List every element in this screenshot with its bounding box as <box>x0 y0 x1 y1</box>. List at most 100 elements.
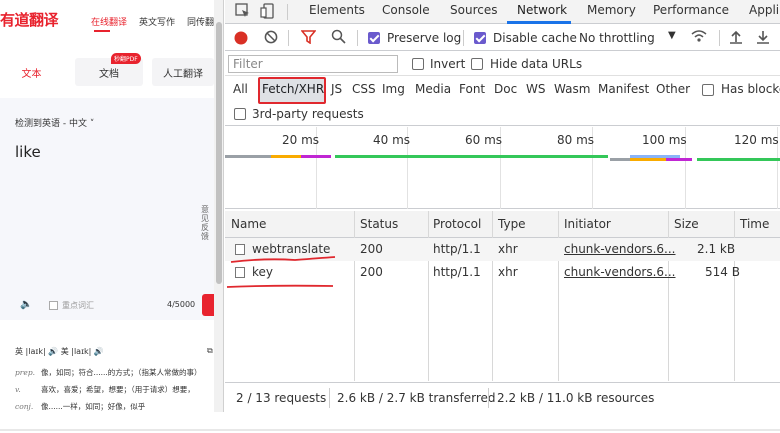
column-divider <box>354 211 355 381</box>
type-font[interactable]: Font <box>459 82 485 96</box>
focus-words-checkbox[interactable] <box>49 301 58 310</box>
column-header-size[interactable]: Size <box>674 217 699 231</box>
clear-icon[interactable] <box>264 30 278 47</box>
hide-data-urls-checkbox[interactable] <box>471 58 483 70</box>
invert-checkbox[interactable] <box>412 58 424 70</box>
disable-cache-checkbox[interactable] <box>474 32 486 44</box>
request-type: xhr <box>498 242 518 256</box>
tab-human-translate[interactable]: 人工翻译 <box>152 58 214 86</box>
nav-simultaneous[interactable]: 同传翻 <box>187 15 214 28</box>
network-conditions-icon[interactable] <box>691 29 707 46</box>
column-header-time[interactable]: Time <box>740 217 769 231</box>
disable-cache-label: Disable cache <box>493 31 577 45</box>
translate-page: 有道翻译 在线翻译 英文写作 同传翻 文本 文档 秒翻PDF 人工翻译 检测到英… <box>0 0 214 433</box>
feedback-link[interactable]: 意见反馈 <box>201 205 211 241</box>
filter-icon[interactable] <box>300 30 317 47</box>
type-img[interactable]: Img <box>382 82 405 96</box>
tab-application[interactable]: Appli <box>749 3 779 17</box>
tab-sources[interactable]: Sources <box>450 3 497 17</box>
export-har-icon[interactable] <box>756 29 770 47</box>
timeline-bar <box>610 158 630 161</box>
toolbar-divider <box>288 30 289 46</box>
record-icon[interactable] <box>234 31 248 48</box>
type-manifest[interactable]: Manifest <box>598 82 649 96</box>
type-fetch-xhr[interactable]: Fetch/XHR <box>262 82 324 96</box>
request-initiator[interactable]: chunk-vendors.6... <box>564 242 676 256</box>
devtools-panel: Elements Console Sources Network Memory … <box>225 0 780 412</box>
search-icon[interactable] <box>331 29 346 47</box>
definition-row: prep. 像，如同；符合......的方式；（指某人常做的事） <box>15 367 202 378</box>
filter-input[interactable]: Filter <box>228 55 398 73</box>
toolbar-divider <box>719 30 720 46</box>
source-text[interactable]: like <box>15 143 41 161</box>
column-header-name[interactable]: Name <box>231 217 266 231</box>
copy-icon[interactable]: ⧉ <box>207 346 213 356</box>
nav-online-translate[interactable]: 在线翻译 <box>91 15 127 28</box>
has-blocked-checkbox[interactable] <box>702 84 714 96</box>
device-toolbar-icon[interactable] <box>260 3 276 22</box>
type-doc[interactable]: Doc <box>494 82 517 96</box>
requests-table: Name Status Protocol Type Initiator Size… <box>225 211 780 381</box>
page-scrollbar-thumb[interactable] <box>216 22 222 284</box>
status-divider <box>329 388 330 408</box>
type-media[interactable]: Media <box>415 82 451 96</box>
type-other[interactable]: Other <box>656 82 690 96</box>
type-wasm[interactable]: Wasm <box>554 82 590 96</box>
char-count: 4/5000 <box>167 300 196 309</box>
preserve-log-checkbox[interactable] <box>368 32 380 44</box>
nav-english-writing[interactable]: 英文写作 <box>139 15 175 28</box>
youdao-logo[interactable]: 有道翻译 <box>0 9 59 30</box>
timeline-bar <box>697 158 780 161</box>
part-of-speech: prep. <box>15 368 36 377</box>
column-header-protocol[interactable]: Protocol <box>433 217 481 231</box>
part-of-speech: conj. <box>15 402 34 411</box>
tab-elements[interactable]: Elements <box>309 3 365 17</box>
timeline-tick: 40 ms <box>373 133 411 147</box>
type-css[interactable]: CSS <box>352 82 376 96</box>
type-all[interactable]: All <box>233 82 248 96</box>
third-party-label: 3rd-party requests <box>252 107 364 121</box>
timeline-tick: 80 ms <box>557 133 595 147</box>
request-size: 514 B <box>705 265 740 279</box>
tab-network[interactable]: Network <box>517 3 567 17</box>
third-party-checkbox[interactable] <box>234 108 246 120</box>
status-resources: 2.2 kB / 11.0 kB resources <box>497 391 655 405</box>
column-header-initiator[interactable]: Initiator <box>564 217 611 231</box>
status-requests: 2 / 13 requests <box>236 391 327 405</box>
column-header-status[interactable]: Status <box>360 217 398 231</box>
network-toolbar: Preserve log Disable cache No throttling… <box>225 25 780 51</box>
timeline-bar <box>335 155 608 158</box>
filter-bar: Filter Invert Hide data URLs <box>225 52 780 76</box>
tab-text[interactable]: 文本 <box>4 58 59 86</box>
speaker-icon[interactable]: 🔈 <box>20 299 32 310</box>
language-detect-dropdown[interactable]: 检测到英语 - 中文 ˅ <box>15 116 94 129</box>
source-text-area[interactable] <box>0 98 214 320</box>
definition-row: conj. 像......一样，如同；好像，似乎 <box>15 401 145 412</box>
request-type: xhr <box>498 265 518 279</box>
timeline-bar <box>630 158 666 161</box>
definition-row: v. 喜欢，喜爱；希望，想要；（用于请求）想要， <box>15 384 195 395</box>
toolbar-divider <box>357 30 358 46</box>
translate-button[interactable] <box>202 294 214 316</box>
tab-performance[interactable]: Performance <box>653 3 729 17</box>
request-size: 2.1 kB <box>697 242 736 256</box>
timeline-tick: 20 ms <box>282 133 320 147</box>
status-divider <box>488 388 489 408</box>
import-har-icon[interactable] <box>729 29 743 47</box>
chevron-down-icon[interactable]: ▼ <box>668 30 676 41</box>
definition-text: 喜欢，喜爱；希望，想要；（用于请求）想要， <box>41 385 195 394</box>
type-js[interactable]: JS <box>331 82 342 96</box>
active-tab-indicator <box>507 21 571 24</box>
tab-memory[interactable]: Memory <box>587 3 636 17</box>
timeline-bar <box>271 155 301 158</box>
throttling-select[interactable]: No throttling <box>579 31 655 45</box>
type-ws[interactable]: WS <box>526 82 545 96</box>
network-overview-timeline[interactable]: 20 ms 40 ms 60 ms 80 ms 100 ms 120 ms <box>225 127 780 209</box>
request-protocol: http/1.1 <box>433 265 481 279</box>
inspect-element-icon[interactable] <box>235 3 251 22</box>
request-initiator[interactable]: chunk-vendors.6... <box>564 265 676 279</box>
column-header-type[interactable]: Type <box>498 217 526 231</box>
tab-console[interactable]: Console <box>382 3 430 17</box>
timeline-tick: 60 ms <box>465 133 503 147</box>
column-divider <box>734 211 735 381</box>
